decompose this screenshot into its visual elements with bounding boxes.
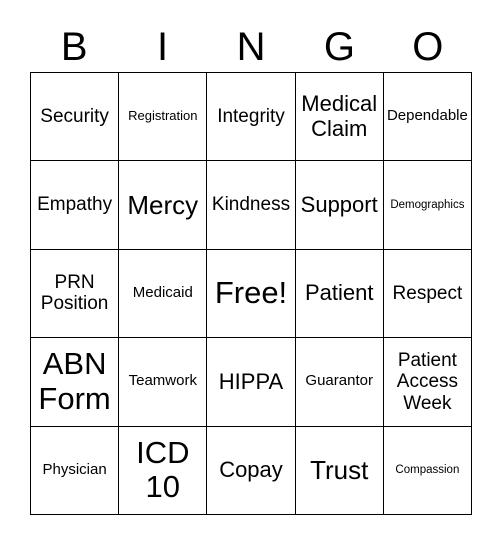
bingo-cell-r5-c3[interactable]: Copay (207, 426, 296, 515)
bingo-grid: Security Registration Integrity Medical Cla… (30, 72, 472, 515)
bingo-cell-label: ICD 10 (136, 434, 190, 505)
bingo-card: B I N G O Security Registration Integrity Medic… (0, 0, 500, 544)
bingo-cell-r3-c1[interactable]: PRN Position (31, 249, 120, 339)
bingo-cell-r5-c4[interactable]: Trust (295, 426, 384, 515)
bingo-cell-label: PRN Position (40, 272, 109, 315)
bingo-cell-label: Physician (42, 460, 107, 478)
bingo-cell-r3-c5[interactable]: Respect (383, 249, 472, 339)
bingo-cell-r5-c5[interactable]: Compassion (383, 426, 472, 515)
bingo-cell-r2-c4[interactable]: Support (295, 161, 384, 250)
bingo-cell-label: Medicaid (132, 284, 193, 302)
bingo-cell-r2-c3[interactable]: Kindness (207, 161, 296, 250)
bingo-cell-label: Copay (219, 456, 283, 482)
bingo-cell-label: Respect (392, 282, 463, 304)
bingo-header-letter-b: B (60, 25, 88, 69)
bingo-cell-label: Kindness (211, 194, 291, 216)
bingo-cell-label: Mercy (127, 189, 199, 220)
bingo-cell-label: Compassion (395, 463, 460, 476)
bingo-cell-label: HIPPA (218, 368, 284, 394)
bingo-cell-r3-c4[interactable]: Patient (295, 249, 384, 339)
bingo-cell-r1-c3[interactable]: Integrity (207, 73, 296, 162)
bingo-cell-label: Medical Claim (301, 91, 378, 141)
bingo-cell-label: Guarantor (305, 372, 373, 390)
bingo-header-letter-i: I (157, 25, 169, 69)
bingo-cell-label: Support (300, 191, 378, 217)
bingo-cell-label: Patient Access Week (396, 349, 459, 414)
bingo-cell-label: Trust (310, 454, 369, 485)
bingo-cell-r3-c3[interactable]: Free! (207, 249, 296, 339)
bingo-cell-label: Empathy (37, 194, 113, 216)
bingo-cell-label: ABN Form (38, 346, 111, 416)
bingo-cell-r2-c1[interactable]: Empathy (31, 161, 120, 250)
bingo-cell-label: Integrity (217, 106, 285, 128)
bingo-cell-r4-c5[interactable]: Patient Access Week (383, 338, 472, 427)
bingo-header-letter-g: G (323, 25, 355, 69)
bingo-cell-label: Registration (128, 108, 198, 124)
bingo-cell-label: Security (40, 106, 109, 128)
bingo-cell-r1-c4[interactable]: Medical Claim (295, 73, 384, 162)
bingo-cell-r5-c1[interactable]: Physician (31, 426, 120, 515)
bingo-cell-r1-c5[interactable]: Dependable (383, 73, 472, 162)
bingo-cell-label: Teamwork (128, 372, 197, 390)
bingo-cell-r3-c2[interactable]: Medicaid (119, 249, 208, 339)
bingo-cell-r1-c2[interactable]: Registration (119, 73, 208, 162)
bingo-cell-r4-c3[interactable]: HIPPA (207, 338, 296, 427)
bingo-header-letter-o: O (412, 25, 444, 69)
bingo-cell-label: Free! (214, 275, 288, 311)
bingo-cell-r5-c2[interactable]: ICD 10 (119, 426, 208, 515)
bingo-cell-r2-c2[interactable]: Mercy (119, 161, 208, 250)
bingo-cell-label: Dependable (386, 107, 468, 125)
bingo-cell-r4-c2[interactable]: Teamwork (119, 338, 208, 427)
bingo-cell-r4-c1[interactable]: ABN Form (31, 338, 120, 427)
bingo-header: BINGO (30, 22, 472, 72)
bingo-cell-r2-c5[interactable]: Demographics (383, 161, 472, 250)
bingo-cell-r1-c1[interactable]: Security (31, 73, 120, 162)
bingo-cell-r4-c4[interactable]: Guarantor (295, 338, 384, 427)
bingo-header-letter-n: N (236, 25, 266, 69)
bingo-cell-label: Patient (304, 280, 374, 306)
bingo-cell-label: Demographics (390, 198, 465, 211)
